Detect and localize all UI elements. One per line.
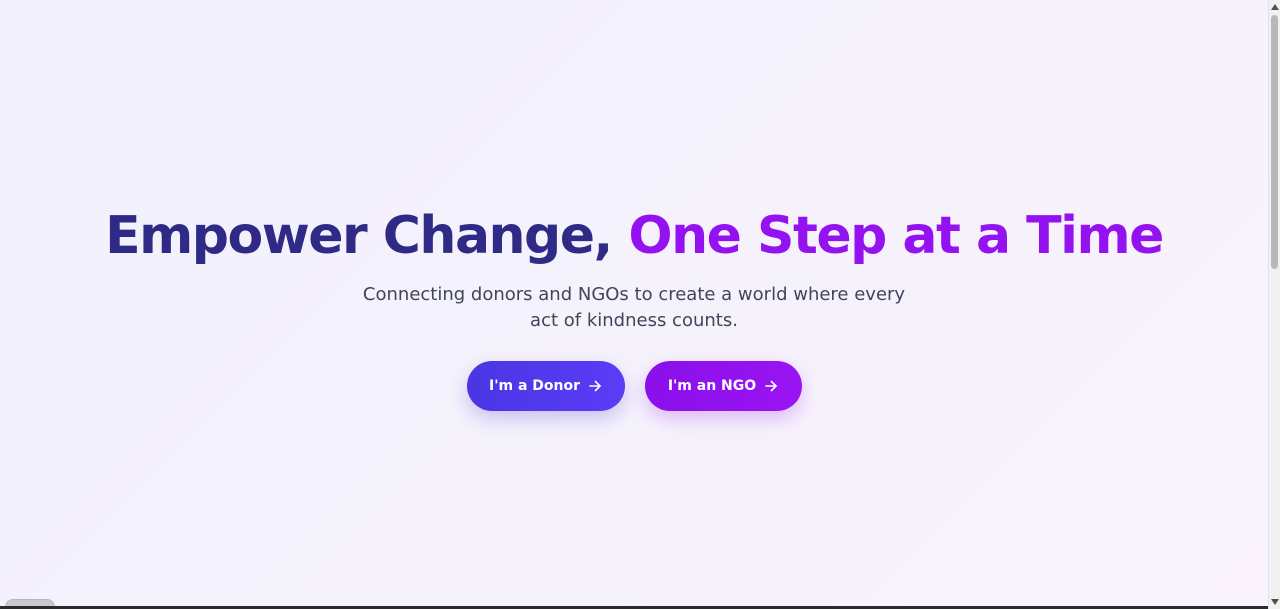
hero-subtitle: Connecting donors and NGOs to create a w… (362, 284, 906, 331)
scrollbar-thumb[interactable] (1271, 15, 1278, 269)
donor-button[interactable]: I'm a Donor (466, 361, 625, 411)
hero-section: Empower Change, One Step at a Time Conne… (0, 200, 1268, 411)
arrow-right-icon (764, 379, 778, 393)
hero-headline: Empower Change, One Step at a Time (0, 200, 1268, 272)
ngo-button[interactable]: I'm an NGO (644, 361, 802, 411)
ngo-button-label: I'm an NGO (667, 378, 757, 394)
headline-accent-text: One Step at a Time (628, 206, 1164, 266)
cta-button-row: I'm a Donor I'm an NGO (0, 361, 1268, 411)
page-viewport: Empower Change, One Step at a Time Conne… (0, 0, 1268, 606)
triangle-down-icon[interactable] (1269, 595, 1280, 609)
vertical-scrollbar[interactable] (1268, 0, 1280, 609)
triangle-up-icon[interactable] (1269, 0, 1280, 14)
arrow-right-icon (588, 379, 602, 393)
headline-primary-text: Empower Change, (105, 206, 629, 266)
donor-button-label: I'm a Donor (488, 378, 580, 394)
